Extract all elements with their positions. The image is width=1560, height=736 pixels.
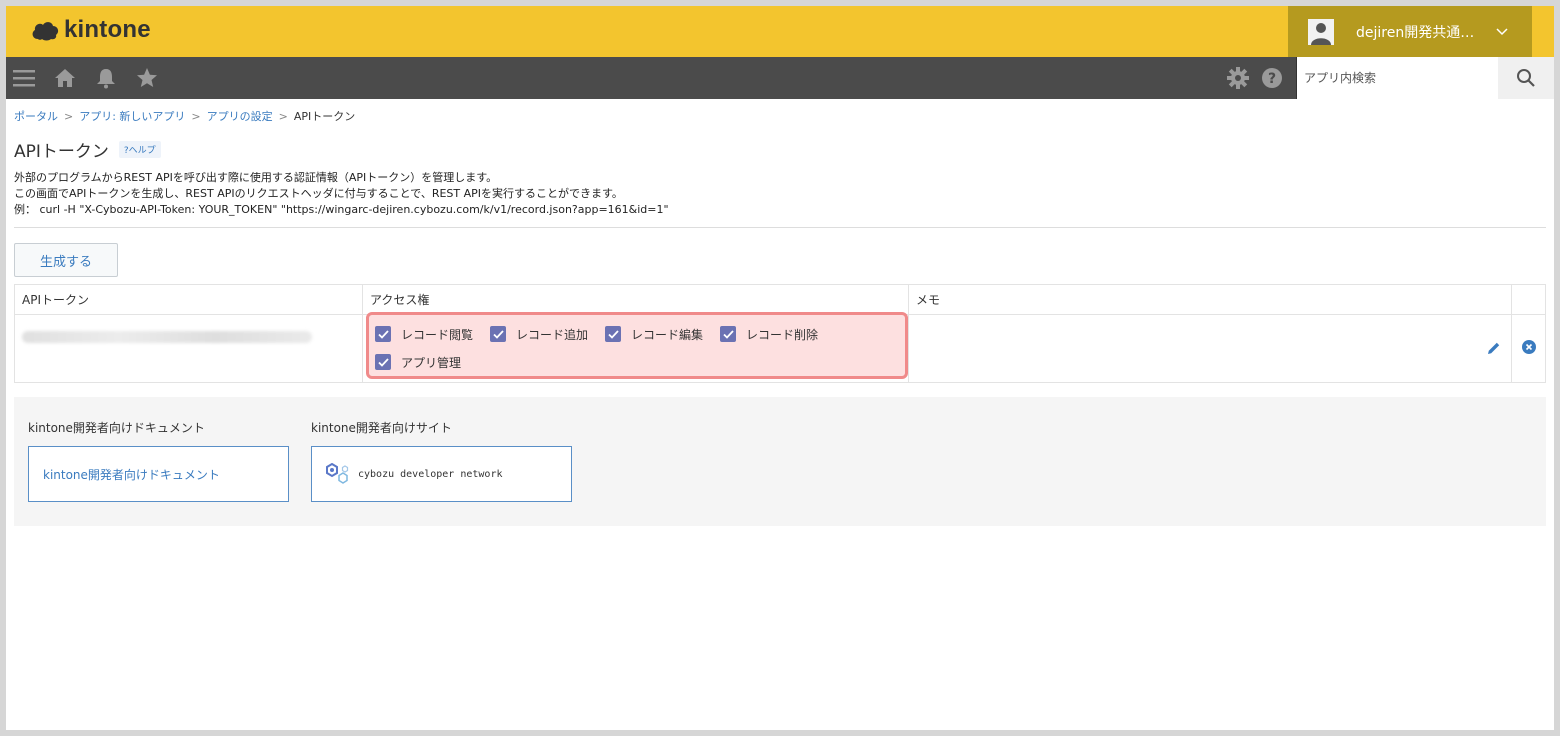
docs-heading: kintone開発者向けドキュメント [28,421,205,435]
delete-cell [1511,314,1546,383]
check-icon [377,329,389,339]
perm-label: アプリ管理 [401,355,462,370]
token-table: APIトークン アクセス権 メモ レコード閲覧 レコード追加 レコード編集 レコ… [14,284,1546,383]
perm-record-delete[interactable]: レコード削除 [720,326,818,343]
cdn-link-text: cybozu developer network [358,468,503,480]
docs-card[interactable]: kintone開発者向けドキュメント [28,446,289,502]
breadcrumb: ポータル > アプリ: 新しいアプリ > アプリの設定 > APIトークン [14,108,1546,124]
description-line: 例： curl -H "X-Cybozu-API-Token: YOUR_TOK… [14,203,669,216]
perm-label: レコード閲覧 [401,327,474,342]
header-actions [1511,284,1546,315]
cloud-icon [32,22,59,41]
perm-app-admin[interactable]: アプリ管理 [375,354,461,371]
bell-icon[interactable] [94,66,118,90]
site-heading: kintone開発者向けサイト [311,421,452,435]
search-button[interactable] [1498,57,1554,99]
breadcrumb-app-settings[interactable]: アプリの設定 [207,108,273,124]
header-api-token: APIトークン [14,284,363,315]
generate-button[interactable]: 生成する [14,243,118,277]
breadcrumb-separator: > [64,109,74,123]
check-icon [607,329,619,339]
page-title: APIトークン [14,141,109,162]
home-icon[interactable] [53,66,77,90]
checkbox-checked[interactable] [375,326,391,342]
token-cell [14,314,363,383]
breadcrumb-separator: > [278,109,288,123]
delete-token-button[interactable] [1521,340,1536,354]
checkbox-checked[interactable] [490,326,507,342]
table-header-row: APIトークン アクセス権 メモ [14,284,1546,315]
help-link[interactable]: ?ヘルプ [118,140,161,158]
kintone-logo[interactable]: kintone [30,16,151,44]
perm-record-view[interactable]: レコード閲覧 [375,326,473,343]
docs-link[interactable]: kintone開発者向けドキュメント [43,466,220,483]
check-icon [722,329,734,339]
breadcrumb-portal[interactable]: ポータル [14,108,58,124]
header-access: アクセス権 [362,284,909,315]
user-name: dejiren開発共通… [1356,24,1475,41]
close-circle-icon [1521,340,1536,354]
checkbox-checked[interactable] [720,326,737,342]
breadcrumb-app[interactable]: アプリ: 新しいアプリ [79,108,185,124]
cybozu-developer-logo-icon [326,463,349,484]
top-header: kintone dejiren開発共通… [6,6,1554,57]
menu-icon[interactable] [12,66,36,90]
divider [14,227,1546,228]
perm-label: レコード追加 [516,327,589,342]
gear-icon[interactable] [1226,66,1250,90]
perm-label: レコード編集 [631,327,704,342]
description-line: この画面でAPIトークンを生成し、REST APIのリクエストヘッダに付与するこ… [14,187,623,200]
star-icon[interactable] [135,66,159,90]
breadcrumb-separator: > [191,109,201,123]
user-menu[interactable]: dejiren開発共通… [1288,6,1532,57]
permissions-highlight: レコード閲覧 レコード追加 レコード編集 レコード削除 アプリ管理 [366,312,908,379]
perm-label: レコード削除 [746,327,819,342]
token-value-blurred [22,331,312,343]
help-icon[interactable]: ? [1260,66,1284,90]
pencil-icon [1488,342,1500,354]
memo-cell [908,314,1512,383]
edit-memo-button[interactable] [1487,341,1501,358]
check-icon [492,329,504,339]
logo-text: kintone [64,16,151,43]
table-row: レコード閲覧 レコード追加 レコード編集 レコード削除 アプリ管理 [14,312,1546,383]
breadcrumb-current: APIトークン [293,110,356,123]
checkbox-checked[interactable] [375,354,391,370]
check-icon [377,357,389,367]
avatar [1308,18,1334,45]
perm-record-edit[interactable]: レコード編集 [605,326,703,343]
developer-resources: kintone開発者向けドキュメント kintone開発者向けドキュメント ki… [14,397,1546,526]
perm-record-add[interactable]: レコード追加 [490,326,588,343]
svg-text:?: ? [1268,71,1276,87]
app-window: kintone dejiren開発共通… ? アプリ内検索 ポータル > アプリ… [6,6,1554,730]
description-line: 外部のプログラムからREST APIを呼び出す際に使用する認証情報（APIトーク… [14,171,498,184]
title-row: APIトークン ?ヘルプ [14,138,1546,162]
nav-bar: ? [6,57,1554,99]
cdn-card[interactable]: cybozu developer network [311,446,572,502]
header-memo: メモ [908,284,1512,315]
description: 外部のプログラムからREST APIを呼び出す際に使用する認証情報（APIトーク… [14,170,1546,218]
user-icon [1311,22,1331,45]
checkbox-checked[interactable] [605,326,622,342]
access-cell: レコード閲覧 レコード追加 レコード編集 レコード削除 アプリ管理 [362,312,909,383]
search-input[interactable] [1297,57,1498,99]
search-box [1296,57,1554,99]
search-icon [1517,69,1535,87]
chevron-down-icon [1496,27,1508,35]
